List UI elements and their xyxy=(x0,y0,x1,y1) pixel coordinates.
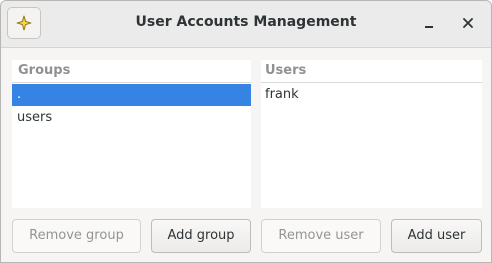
minimize-icon xyxy=(425,26,433,28)
group-row[interactable]: users xyxy=(12,107,251,129)
remove-group-button[interactable]: Remove group xyxy=(12,219,141,253)
close-icon xyxy=(463,18,473,28)
remove-user-button[interactable]: Remove user xyxy=(261,219,381,253)
add-group-button[interactable]: Add group xyxy=(151,219,251,253)
app-window: User Accounts Management Groups . users … xyxy=(0,0,492,263)
close-button[interactable] xyxy=(456,11,480,35)
group-row[interactable]: . xyxy=(12,84,251,106)
add-user-button[interactable]: Add user xyxy=(391,219,482,253)
minimize-button[interactable] xyxy=(417,11,441,35)
users-column-header[interactable]: Users xyxy=(261,60,482,83)
groups-list[interactable]: Groups . users xyxy=(12,60,251,208)
users-list[interactable]: Users frank xyxy=(261,60,482,208)
groups-column-header[interactable]: Groups xyxy=(12,60,251,83)
title-bar[interactable]: User Accounts Management xyxy=(1,1,491,48)
user-row[interactable]: frank xyxy=(261,84,482,106)
